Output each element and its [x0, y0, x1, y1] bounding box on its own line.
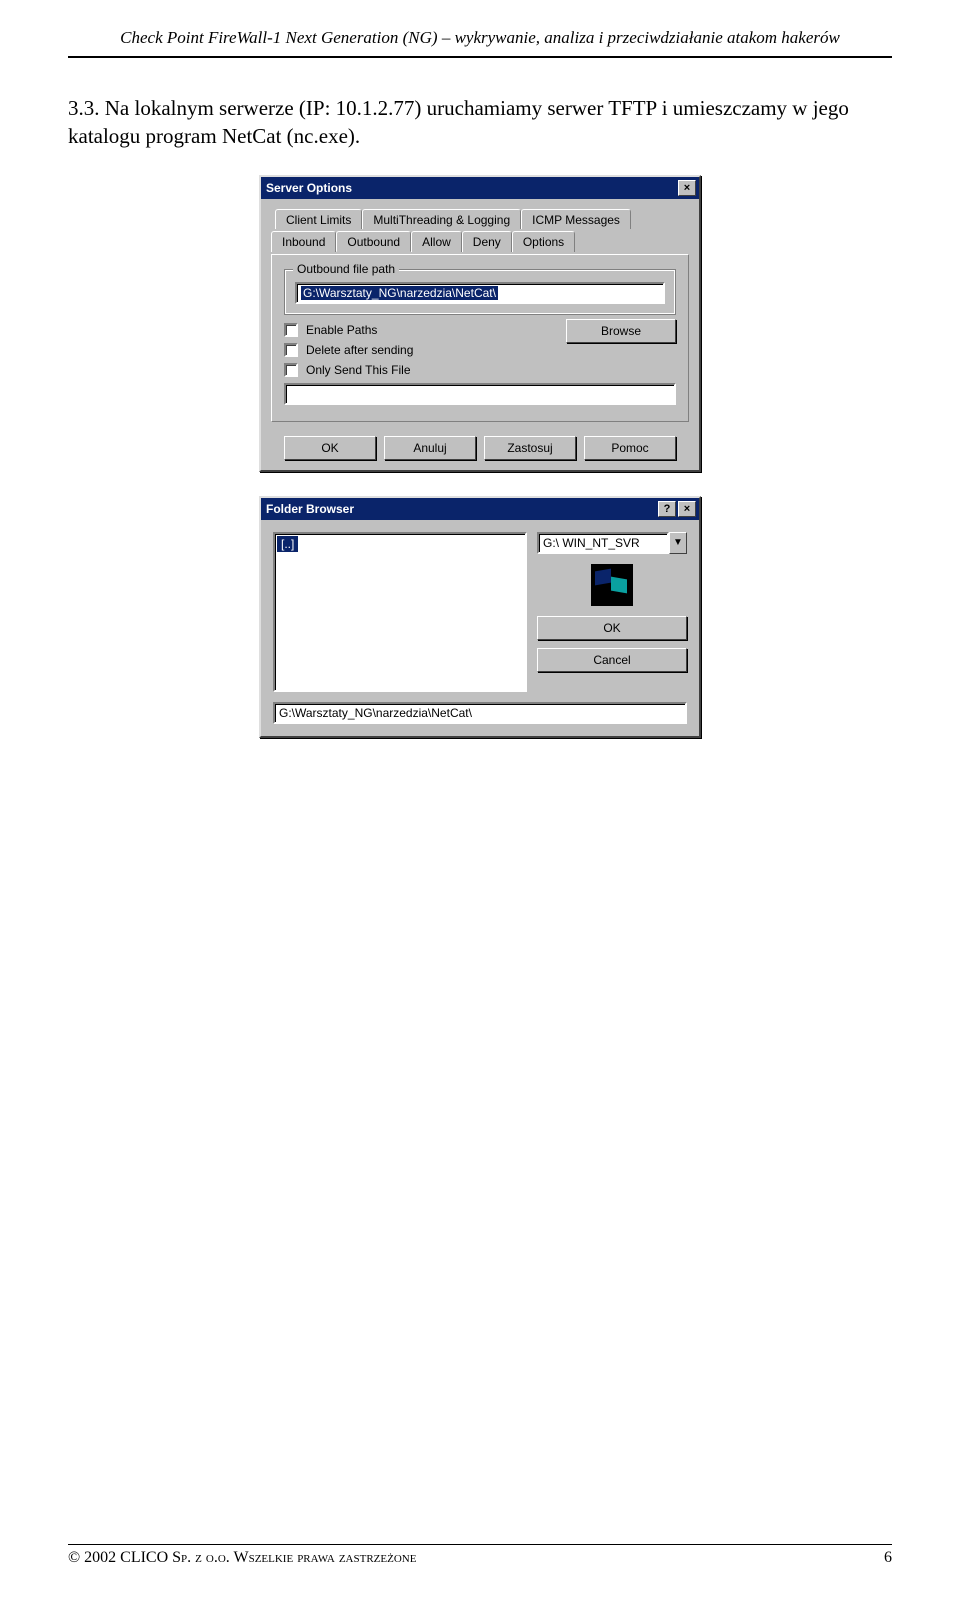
drive-select-value: G:\ WIN_NT_SVR	[537, 532, 669, 554]
help-icon[interactable]: ?	[658, 501, 676, 517]
tab-strip: Client Limits MultiThreading & Logging I…	[271, 209, 689, 255]
only-send-checkbox[interactable]	[284, 363, 298, 377]
copyright-text: © 2002 CLICO Sp. z o.o. Wszelkie prawa z…	[68, 1549, 416, 1567]
folder-list-item-up[interactable]: [..]	[277, 536, 298, 552]
titlebar[interactable]: Folder Browser ? ×	[261, 498, 699, 520]
cancel-button[interactable]: Cancel	[537, 648, 687, 672]
only-send-file-input[interactable]	[284, 383, 676, 405]
group-label: Outbound file path	[293, 262, 399, 276]
tab-client-limits[interactable]: Client Limits	[275, 209, 362, 229]
page-footer: © 2002 CLICO Sp. z o.o. Wszelkie prawa z…	[68, 1544, 892, 1567]
outbound-path-input[interactable]: G:\Warsztaty_NG\narzedzia\NetCat\	[295, 282, 665, 304]
browse-button[interactable]: Browse	[566, 319, 676, 343]
server-options-dialog: Server Options × Client Limits MultiThre…	[259, 175, 701, 472]
ok-button[interactable]: OK	[537, 616, 687, 640]
folder-browser-dialog: Folder Browser ? × [..] G:\ WIN_NT_SVR ▼	[259, 496, 701, 738]
delete-after-checkbox[interactable]	[284, 343, 298, 357]
tab-inbound[interactable]: Inbound	[271, 231, 336, 252]
apply-button[interactable]: Zastosuj	[484, 436, 576, 460]
ok-button[interactable]: OK	[284, 436, 376, 460]
titlebar[interactable]: Server Options ×	[261, 177, 699, 199]
window-title: Server Options	[264, 181, 676, 195]
tab-page-outbound: Outbound file path G:\Warsztaty_NG\narze…	[271, 254, 689, 422]
tab-deny[interactable]: Deny	[462, 231, 512, 252]
doc-paragraph: 3.3. Na lokalnym serwerze (IP: 10.1.2.77…	[68, 94, 892, 151]
cancel-button[interactable]: Anuluj	[384, 436, 476, 460]
selected-path-input[interactable]: G:\Warsztaty_NG\narzedzia\NetCat\	[273, 702, 687, 724]
folder-list[interactable]: [..]	[273, 532, 527, 692]
help-button[interactable]: Pomoc	[584, 436, 676, 460]
tab-outbound[interactable]: Outbound	[336, 231, 411, 252]
tab-multithreading-logging[interactable]: MultiThreading & Logging	[362, 209, 521, 229]
close-icon[interactable]: ×	[678, 501, 696, 517]
enable-paths-checkbox[interactable]	[284, 323, 298, 337]
page-number: 6	[884, 1549, 892, 1567]
tftp-icon	[591, 564, 633, 606]
enable-paths-label: Enable Paths	[306, 323, 377, 337]
only-send-label: Only Send This File	[306, 363, 411, 377]
delete-after-label: Delete after sending	[306, 343, 413, 357]
outbound-file-path-group: Outbound file path G:\Warsztaty_NG\narze…	[284, 269, 676, 315]
close-icon[interactable]: ×	[678, 180, 696, 196]
window-title: Folder Browser	[264, 502, 656, 516]
tab-icmp-messages[interactable]: ICMP Messages	[521, 209, 631, 229]
chevron-down-icon[interactable]: ▼	[669, 532, 687, 554]
tab-allow[interactable]: Allow	[411, 231, 462, 252]
tab-options[interactable]: Options	[512, 231, 575, 252]
drive-select[interactable]: G:\ WIN_NT_SVR ▼	[537, 532, 687, 554]
doc-header: Check Point FireWall-1 Next Generation (…	[68, 28, 892, 58]
